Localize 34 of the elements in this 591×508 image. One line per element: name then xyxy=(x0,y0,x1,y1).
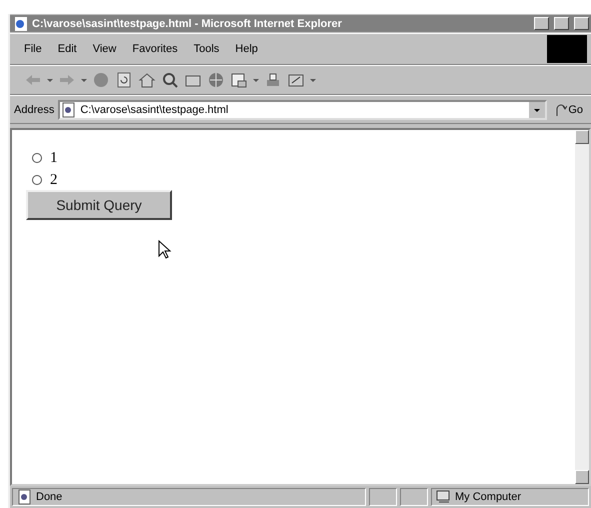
address-label: Address xyxy=(14,104,54,116)
menu-item[interactable]: Edit xyxy=(58,43,77,55)
page-icon[interactable] xyxy=(12,14,28,32)
address-field[interactable]: C:\varose\sasint\testpage.html xyxy=(58,100,548,120)
radio-button[interactable] xyxy=(32,175,42,185)
minimize-button[interactable] xyxy=(534,17,549,30)
scrollbar[interactable] xyxy=(575,130,589,484)
search-icon[interactable] xyxy=(161,71,179,89)
zone-text: My Computer xyxy=(455,491,522,503)
menu-item[interactable]: Help xyxy=(235,43,258,55)
refresh-icon[interactable] xyxy=(115,71,133,89)
menu-item[interactable]: View xyxy=(92,43,116,55)
status-text: Done xyxy=(36,491,62,503)
mail-icon[interactable] xyxy=(230,71,248,89)
arrow-icon xyxy=(555,102,568,116)
go-button[interactable]: Go xyxy=(551,102,587,116)
maximize-button[interactable] xyxy=(554,17,569,30)
close-button[interactable] xyxy=(574,17,589,30)
printer-icon[interactable] xyxy=(264,71,282,89)
page-icon[interactable] xyxy=(60,100,76,118)
menu-item[interactable]: File xyxy=(24,43,42,55)
globe-icon[interactable] xyxy=(207,71,225,89)
radio-label: 2 xyxy=(50,172,58,188)
submit-button[interactable]: Submit Query xyxy=(26,190,172,220)
radio-button[interactable] xyxy=(32,153,42,163)
window-title: C:\varose\sasint\testpage.html - Microsoft Internet Explorer xyxy=(32,18,343,30)
menu-item[interactable]: Favorites xyxy=(132,43,178,55)
page-icon[interactable] xyxy=(16,488,32,506)
home-icon[interactable] xyxy=(138,71,156,89)
status-panel xyxy=(369,488,397,506)
mouse-cursor-icon xyxy=(158,240,172,260)
menu-item[interactable]: Tools xyxy=(194,43,220,55)
status-panel xyxy=(400,488,428,506)
radio-label: 1 xyxy=(50,150,58,166)
